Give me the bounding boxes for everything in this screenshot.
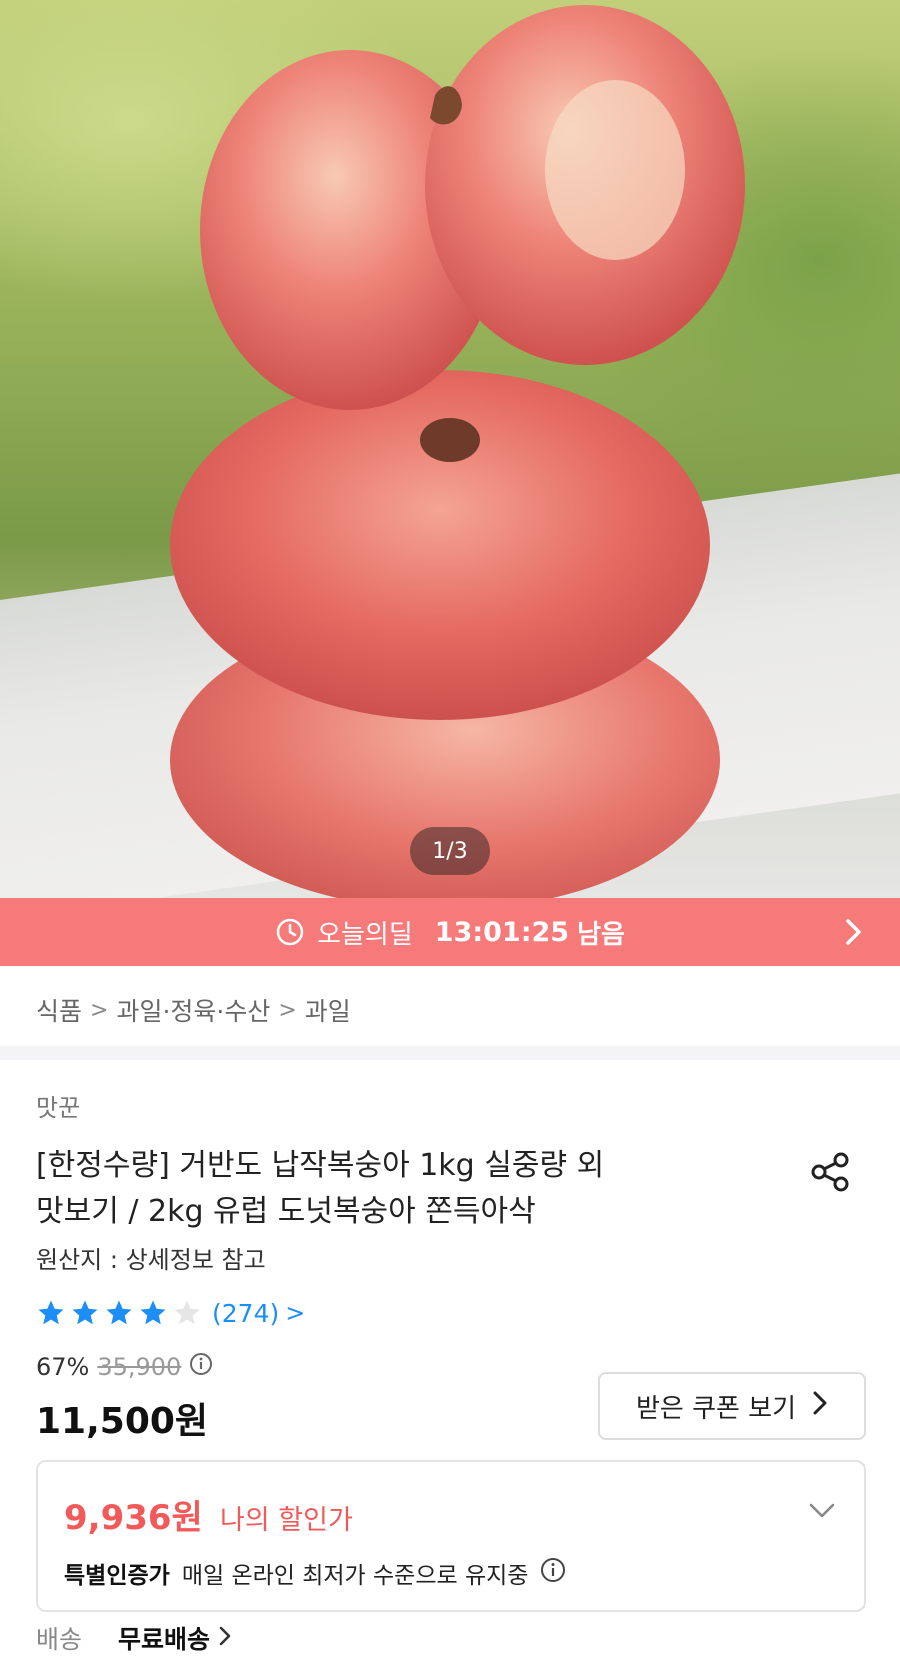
chevron-right-icon: > [285, 1299, 306, 1327]
star-filled-icon [106, 1300, 132, 1325]
sale-price: 11,500원 [36, 1401, 209, 1442]
clock-icon [275, 917, 305, 947]
share-button[interactable] [808, 1150, 852, 1194]
deal-remaining-suffix: 남음 [577, 919, 625, 950]
certified-price-label: 특별인증가 [64, 1563, 170, 1589]
deal-label: 오늘의딜 [317, 919, 413, 950]
chevron-right-icon [218, 1624, 232, 1653]
view-coupons-button[interactable]: 받은 쿠폰 보기 [598, 1372, 866, 1440]
chevron-right-icon: > [278, 997, 297, 1023]
rating-summary[interactable]: (274) > [36, 1298, 305, 1328]
origin-info: 원산지 : 상세정보 참고 [36, 1246, 266, 1274]
todays-deal-banner[interactable]: 오늘의딜 13:01:25 남음 [0, 898, 900, 966]
deal-countdown: 13:01:25 [434, 916, 570, 948]
view-coupons-label: 받은 쿠폰 보기 [635, 1393, 797, 1424]
breadcrumb-item-fruit[interactable]: 과일 [305, 992, 351, 1028]
my-discount-card[interactable]: 9,936원 나의 할인가 특별인증가 매일 온라인 최저가 수준으로 유지중 [36, 1460, 866, 1612]
star-filled-icon [72, 1300, 98, 1325]
chevron-right-icon [812, 1390, 828, 1423]
star-filled-icon [38, 1300, 64, 1325]
star-empty-icon [174, 1300, 200, 1325]
star-filled-icon [140, 1300, 166, 1325]
my-discount-label: 나의 할인가 [220, 1505, 353, 1536]
share-icon [811, 1152, 849, 1192]
image-page-indicator: 1/3 [410, 827, 490, 875]
seller-name[interactable]: 맛꾼 [36, 1088, 80, 1123]
category-breadcrumb: 식품 > 과일·정육·수산 > 과일 [36, 992, 351, 1028]
product-image-carousel[interactable]: 1/3 [0, 0, 900, 898]
chevron-down-icon[interactable] [808, 1502, 836, 1524]
info-icon[interactable] [189, 1352, 213, 1382]
my-discount-price: 9,936원 [64, 1498, 203, 1538]
product-title-line-2: 맛보기 / 2kg 유럽 도넛복숭아 쫀득아삭 [36, 1194, 536, 1229]
shipping-row[interactable]: 배송 무료배송 [36, 1620, 232, 1656]
product-title-line-1: [한정수량] 거반도 납작복숭아 1kg 실중량 외 [36, 1148, 605, 1183]
product-title: [한정수량] 거반도 납작복숭아 1kg 실중량 외 맛보기 / 2kg 유럽 … [36, 1143, 696, 1235]
special-certified-price: 특별인증가 매일 온라인 최저가 수준으로 유지중 [64, 1556, 566, 1590]
breadcrumb-item-fruit-meat-seafood[interactable]: 과일·정육·수산 [116, 992, 270, 1028]
breadcrumb-item-food[interactable]: 식품 [36, 992, 82, 1028]
original-price: 35,900 [97, 1353, 182, 1381]
info-icon[interactable] [540, 1557, 566, 1589]
shipping-label: 배송 [36, 1625, 83, 1654]
section-divider [0, 1046, 900, 1060]
certified-price-text: 매일 온라인 최저가 수준으로 유지중 [181, 1563, 529, 1589]
chevron-right-icon: > [90, 997, 109, 1023]
chevron-right-icon [844, 917, 864, 954]
review-count[interactable]: (274) [212, 1299, 279, 1328]
peach-illustration [170, 5, 745, 898]
star-rating [36, 1298, 202, 1328]
discount-rate: 67% [36, 1353, 90, 1381]
discount-row: 67% 35,900 [36, 1352, 213, 1382]
shipping-value: 무료배송 [118, 1625, 211, 1654]
